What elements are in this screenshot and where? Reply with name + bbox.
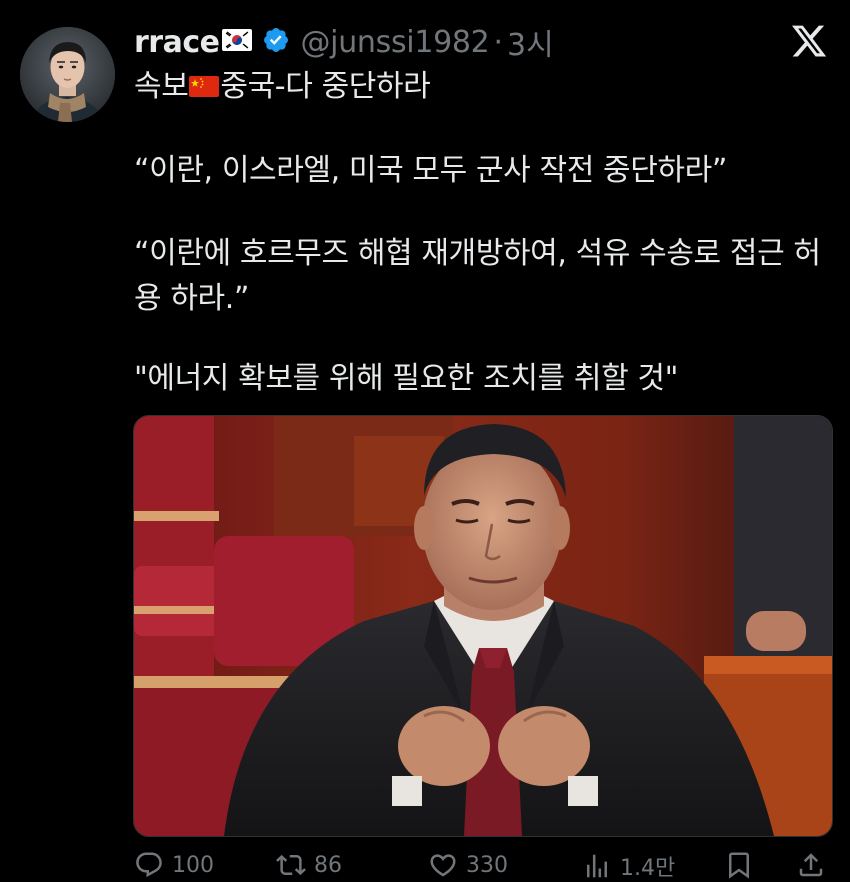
like-count: 330 bbox=[466, 852, 508, 878]
tweet-text-line-2: “이란, 이스라엘, 미국 모두 군사 작전 중단하라” bbox=[134, 153, 727, 188]
user-handle[interactable]: @junssi1982 bbox=[300, 25, 489, 60]
like-button[interactable]: 330 bbox=[428, 850, 508, 880]
photo-illustration bbox=[134, 416, 832, 836]
x-logo-icon[interactable] bbox=[790, 22, 828, 60]
reply-count: 100 bbox=[172, 852, 214, 878]
author-avatar[interactable] bbox=[20, 27, 115, 122]
separator-dot: · bbox=[493, 24, 504, 60]
tweet-media-image[interactable] bbox=[133, 415, 833, 837]
china-flag-icon bbox=[189, 70, 220, 105]
tweet-header: rrace @junssi1982 · 3시 bbox=[134, 20, 554, 64]
repost-button[interactable]: 86 bbox=[276, 850, 342, 880]
verified-badge-icon[interactable] bbox=[262, 26, 290, 58]
tweet-text-part: 중국-다 중단하라 bbox=[220, 69, 431, 104]
avatar-image bbox=[20, 27, 115, 122]
share-button[interactable] bbox=[796, 850, 826, 880]
bookmark-button[interactable] bbox=[724, 850, 754, 880]
display-name[interactable]: rrace bbox=[134, 25, 220, 60]
repost-count: 86 bbox=[314, 852, 342, 878]
reply-button[interactable]: 100 bbox=[134, 850, 214, 880]
share-icon bbox=[799, 853, 823, 877]
tweet-text-part: 속보 bbox=[134, 69, 189, 104]
views-icon bbox=[587, 854, 607, 878]
bookmark-icon bbox=[729, 852, 749, 879]
tweet-actions-bar: 100 86 330 1.4만 bbox=[134, 850, 834, 882]
tweet-text-line-4: 용 하라.” bbox=[134, 281, 250, 316]
views-button[interactable]: 1.4만 bbox=[582, 850, 675, 882]
heart-icon bbox=[430, 854, 456, 877]
timestamp[interactable]: 3시 bbox=[507, 20, 554, 64]
south-korea-flag-icon bbox=[222, 29, 253, 55]
reply-icon bbox=[136, 852, 162, 878]
tweet-text-line-5: "에너지 확보를 위해 필요한 조치를 취할 것" bbox=[134, 361, 679, 396]
repost-icon bbox=[276, 854, 306, 876]
tweet-text-line-3: “이란에 호르무즈 해협 재개방하여, 석유 수송로 접근 허 bbox=[134, 236, 821, 271]
views-count: 1.4만 bbox=[620, 856, 676, 881]
tweet-text-line-1: 속보 중국-다 중단하라 bbox=[134, 61, 431, 105]
